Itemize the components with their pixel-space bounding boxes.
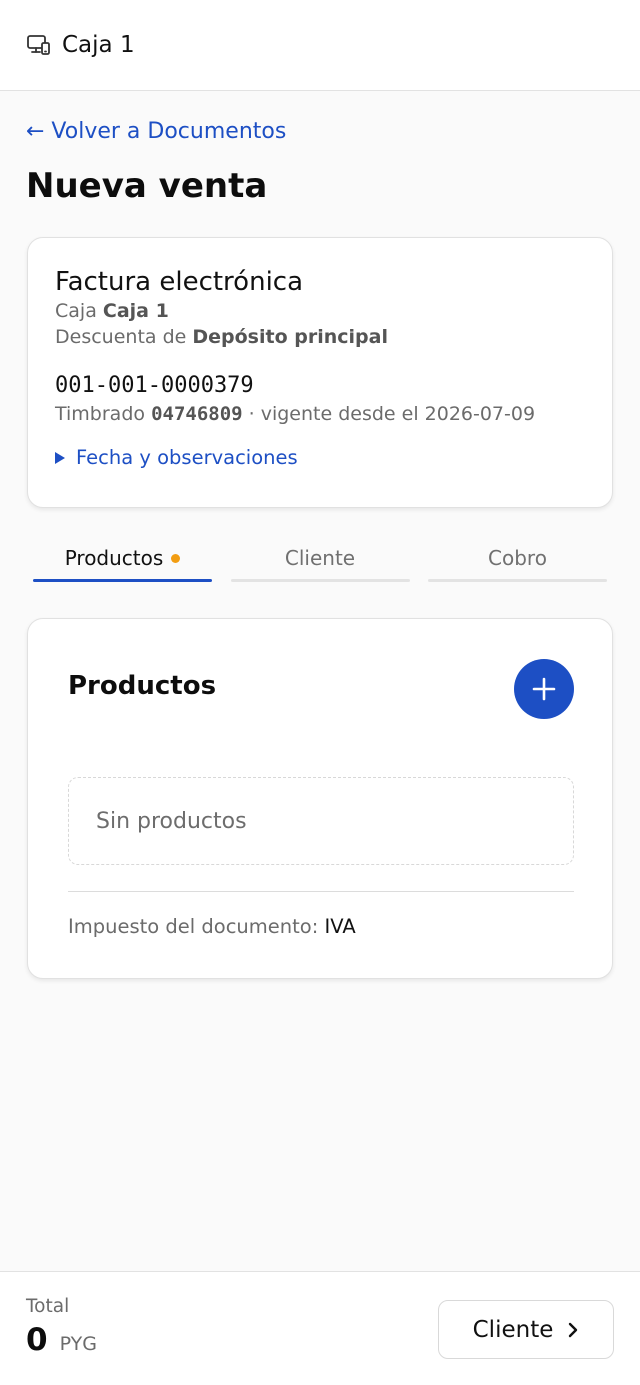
register-line: Caja Caja 1 (55, 298, 585, 324)
register-name: Caja 1 (102, 300, 169, 322)
products-card: Productos Sin productos Impuesto del doc… (27, 618, 613, 979)
tax-label: Impuesto del documento: (68, 915, 325, 938)
tab-productos[interactable]: Productos (33, 538, 212, 582)
tab-cobro-label: Cobro (488, 546, 547, 570)
tab-cliente-label: Cliente (284, 546, 356, 570)
register-title: Caja 1 (62, 32, 135, 58)
total-number: 0 (26, 1322, 48, 1358)
tab-cliente[interactable]: Cliente (230, 538, 410, 582)
pending-indicator-dot (171, 554, 181, 563)
total-label: Total (26, 1296, 70, 1317)
date-notes-toggle[interactable]: Fecha y observaciones (55, 446, 585, 469)
empty-products-text: Sin productos (96, 808, 247, 834)
bottom-bar: Total 0 PYG Cliente (0, 1271, 640, 1385)
chevron-right-icon (569, 1322, 578, 1337)
stamp-prefix: Timbrado (55, 403, 152, 425)
document-type: Factura electrónica (55, 267, 304, 297)
warehouse-prefix: Descuenta de (55, 326, 193, 348)
tax-value: IVA (324, 915, 356, 938)
next-step-label: Cliente (472, 1316, 554, 1343)
total-amount: 0 PYG (26, 1322, 97, 1358)
empty-products-placeholder: Sin productos (68, 777, 574, 865)
back-to-documents-link[interactable]: ← Volver a Documentos (26, 119, 286, 144)
stamp-line: Timbrado 04746809 · vigente desde el 202… (55, 401, 585, 427)
register-prefix: Caja (55, 300, 103, 322)
disclosure-triangle-icon (55, 451, 65, 464)
document-tax-line: Impuesto del documento: IVA (68, 915, 356, 938)
add-product-button[interactable] (514, 659, 574, 719)
divider (68, 891, 574, 892)
top-bar: Caja 1 (0, 0, 640, 91)
stamp-validity: · vigente desde el 2026-07-09 (242, 403, 536, 425)
document-number: 001-001-0000379 (55, 373, 254, 398)
plus-icon (532, 677, 556, 701)
products-title: Productos (68, 671, 217, 701)
total-currency: PYG (59, 1333, 97, 1355)
date-notes-toggle-label: Fecha y observaciones (76, 446, 298, 469)
stamp-number: 04746809 (151, 403, 243, 425)
warehouse-line: Descuenta de Depósito principal (55, 324, 585, 350)
devices-icon (26, 32, 52, 58)
document-card: Factura electrónica Caja Caja 1 Descuent… (27, 237, 613, 508)
tab-productos-label: Productos (64, 546, 164, 570)
step-tabs: Productos Cliente Cobro (33, 538, 607, 582)
warehouse-name: Depósito principal (192, 326, 388, 348)
tab-cobro[interactable]: Cobro (428, 538, 607, 582)
next-step-cliente-button[interactable]: Cliente (438, 1300, 614, 1359)
page-title: Nueva venta (26, 166, 268, 206)
